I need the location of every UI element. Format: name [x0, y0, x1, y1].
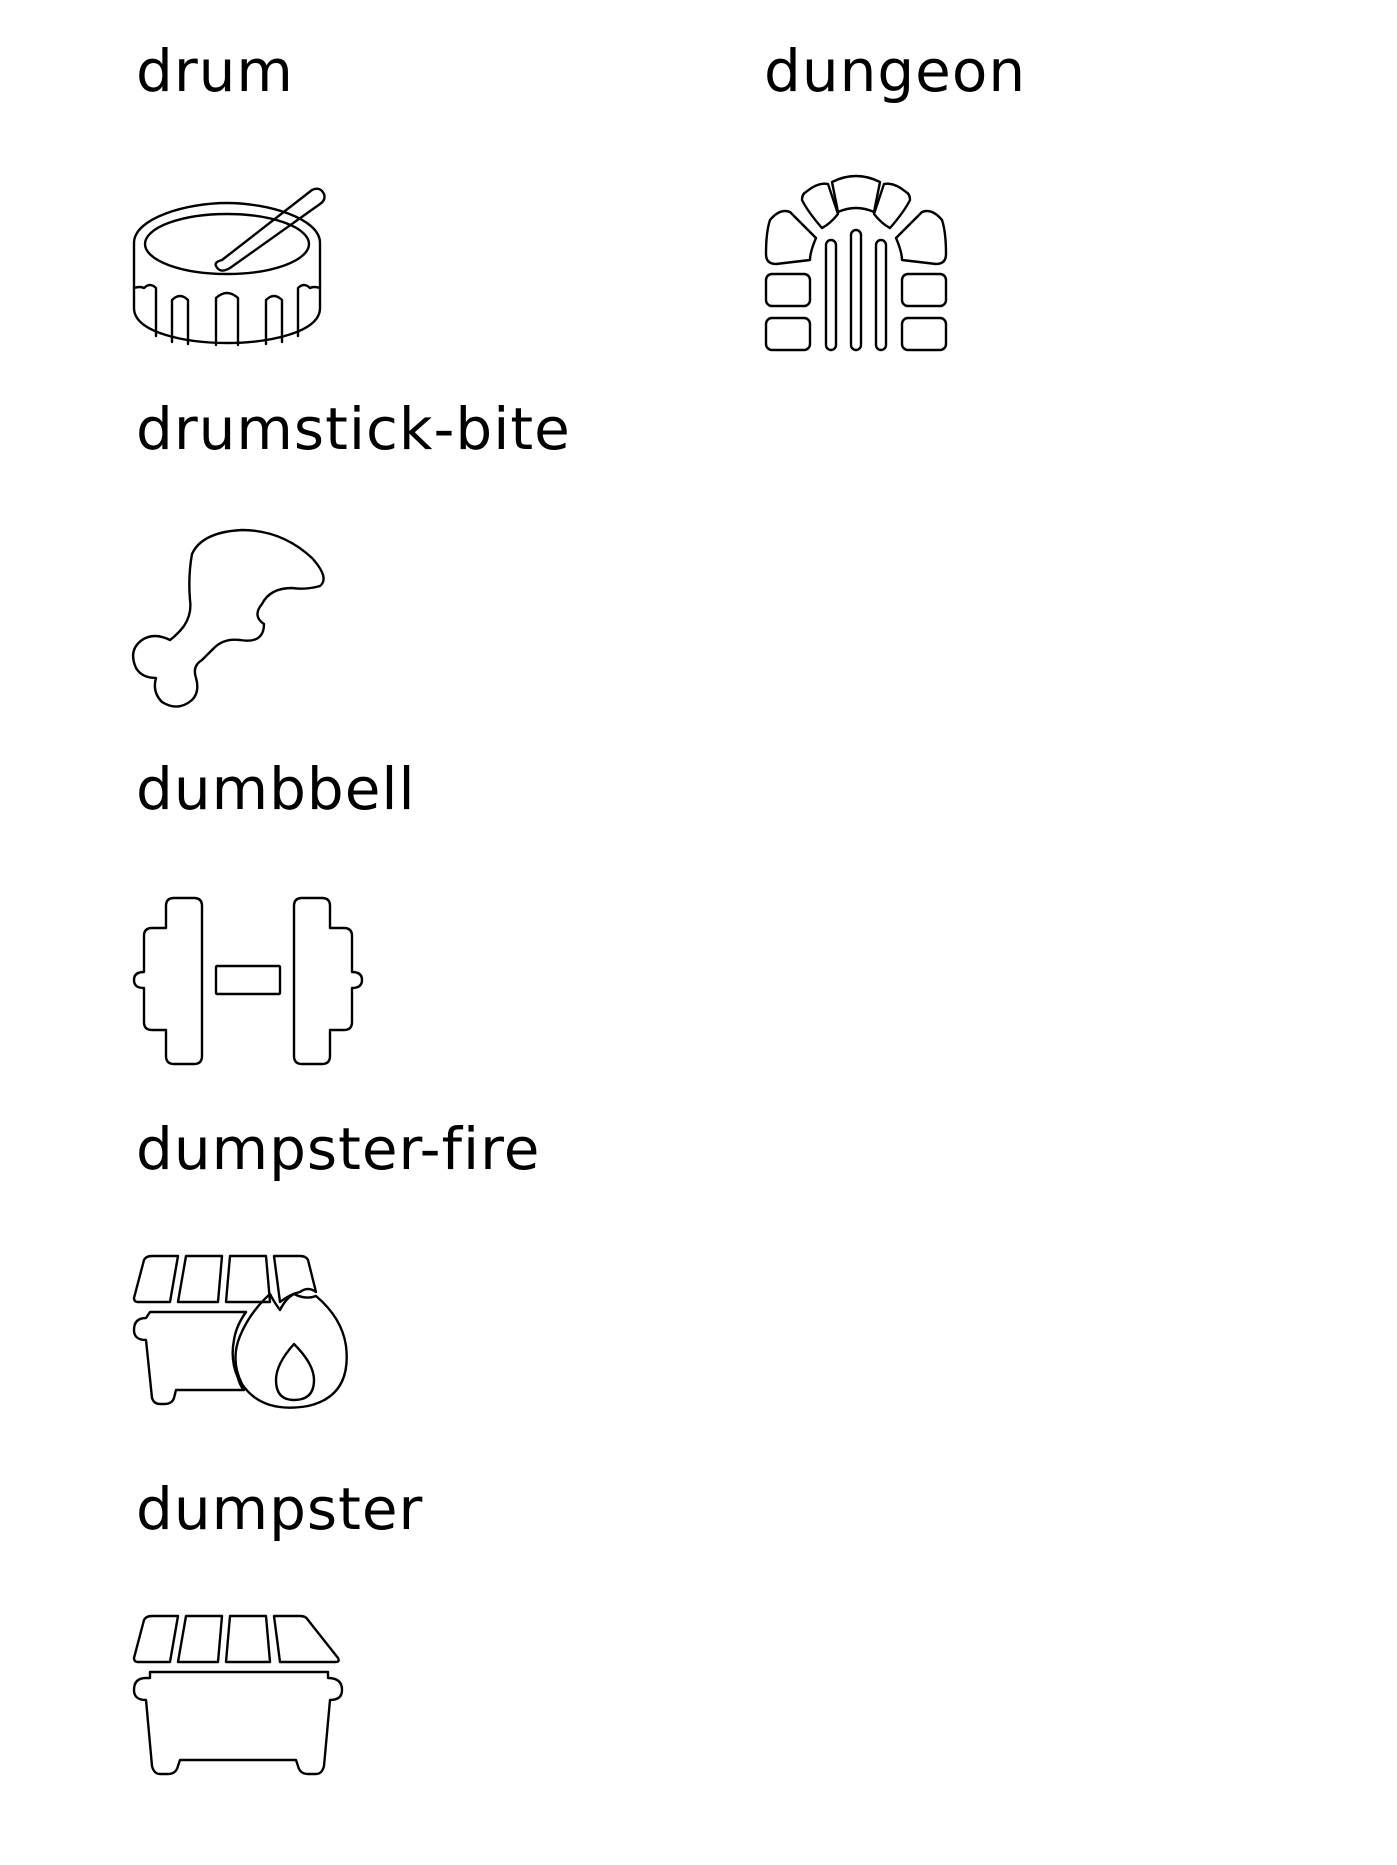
icon-label-dumbbell: dumbbell: [136, 755, 416, 823]
icon-label-dumpster: dumpster: [136, 1475, 424, 1543]
dungeon-icon: [760, 168, 992, 352]
icon-label-dungeon: dungeon: [764, 37, 1027, 105]
dumbbell-icon: [132, 896, 364, 1076]
drumstick-bite-icon: [131, 528, 364, 708]
dumpster-icon: [132, 1614, 364, 1796]
drum-icon: [132, 178, 364, 358]
dumpster-fire-icon: [132, 1254, 364, 1436]
icon-label-dumpster-fire: dumpster-fire: [136, 1115, 541, 1183]
icon-label-drumstick-bite: drumstick-bite: [136, 395, 571, 463]
icon-label-drum: drum: [136, 37, 294, 105]
